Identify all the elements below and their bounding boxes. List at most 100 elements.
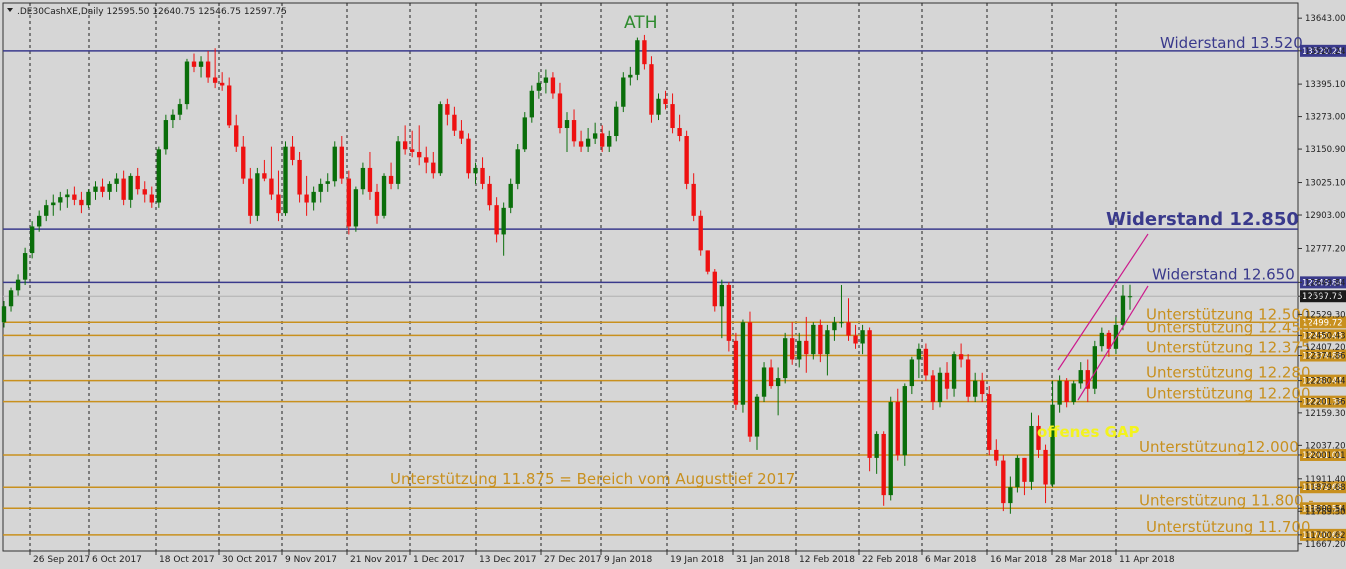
candle-body xyxy=(402,141,408,150)
candle-body xyxy=(1043,449,1048,485)
candle-body xyxy=(508,183,513,208)
level-label: Widerstand 12.850 xyxy=(1106,209,1299,230)
y-tick-label: 12280.44 xyxy=(1305,377,1346,387)
x-tick-label: 28 Mar 2018 xyxy=(1055,555,1112,565)
candle-body xyxy=(951,354,957,389)
candle-body xyxy=(311,191,316,203)
candle-body xyxy=(719,284,725,307)
candle-body xyxy=(649,64,654,115)
candle-body xyxy=(1050,404,1055,485)
candle-body xyxy=(782,338,788,379)
candle-body xyxy=(740,322,746,405)
candle-body xyxy=(536,82,542,91)
candle-body xyxy=(121,178,126,200)
candle-body xyxy=(297,159,302,195)
candle-body xyxy=(65,194,70,198)
candle-body xyxy=(501,207,506,235)
candle-body xyxy=(417,151,422,158)
candle-body xyxy=(276,194,281,214)
candle-body xyxy=(459,130,464,139)
candle-body xyxy=(1071,383,1076,403)
candle-body xyxy=(592,133,598,139)
candle-body xyxy=(1022,457,1027,482)
price-chart[interactable]: Widerstand 13.520 13520.24 Widerstand 12.8… xyxy=(0,0,1346,569)
candle-body xyxy=(72,194,77,200)
candle-body xyxy=(93,186,98,192)
y-tick-label: 12159.30 xyxy=(1305,409,1346,419)
candle-body xyxy=(768,367,774,387)
y-tick-label: 12001.01 xyxy=(1305,451,1346,461)
candle-body xyxy=(184,61,190,105)
candle-body xyxy=(944,372,950,389)
candle-body xyxy=(431,162,436,174)
candle-body xyxy=(726,284,732,341)
candle-body xyxy=(825,330,830,355)
candle-body xyxy=(325,181,330,184)
candle-body xyxy=(487,183,492,206)
candle-body xyxy=(923,348,929,376)
candle-body xyxy=(839,322,844,324)
x-tick-label: 30 Oct 2017 xyxy=(222,555,278,565)
candle-body xyxy=(557,93,563,129)
x-tick-label: 27 Dec 2017 xyxy=(544,555,602,565)
candle-body xyxy=(1064,380,1069,403)
ath-label: ATH xyxy=(624,13,657,33)
x-tick-label: 22 Feb 2018 xyxy=(862,555,918,565)
candle-body xyxy=(705,250,710,272)
candle-body xyxy=(797,340,802,360)
candle-body xyxy=(205,61,211,78)
level-label: Unterstützung 12.375 xyxy=(1146,339,1311,357)
candle-body xyxy=(318,183,323,192)
candle-body xyxy=(22,253,28,280)
x-tick-label: 6 Oct 2017 xyxy=(92,555,142,565)
candle-body xyxy=(234,125,239,147)
candle-body xyxy=(930,375,936,403)
candle-body xyxy=(58,197,63,203)
candle-body xyxy=(424,157,429,163)
candle-body xyxy=(867,330,872,458)
y-tick-label: 12037.20 xyxy=(1305,441,1346,451)
y-tick-label: 12777.20 xyxy=(1305,244,1346,254)
candle-body xyxy=(177,104,183,115)
candle-body xyxy=(972,380,978,397)
candle-body xyxy=(445,104,450,115)
candle-body xyxy=(529,90,534,118)
candle-body xyxy=(881,433,886,496)
candle-body xyxy=(775,378,781,387)
candle-body xyxy=(698,215,703,251)
candle-body xyxy=(219,82,225,86)
candle-body xyxy=(409,149,415,152)
candle-body xyxy=(1120,295,1126,325)
candle-body xyxy=(339,146,344,179)
candle-body xyxy=(543,77,549,83)
candle-body xyxy=(747,322,753,437)
y-tick-label: 11789.30 xyxy=(1305,507,1346,517)
candle-body xyxy=(965,359,971,397)
candle-body xyxy=(466,138,471,174)
candle-body xyxy=(163,120,169,150)
candle-body xyxy=(473,167,478,174)
y-tick-label: 12374.86 xyxy=(1305,352,1346,362)
y-tick-label: 12649.84 xyxy=(1305,278,1346,288)
candle-body xyxy=(564,120,570,129)
candle-body xyxy=(684,136,689,184)
candle-body xyxy=(255,173,260,216)
y-tick-label: 11667.20 xyxy=(1305,540,1346,550)
candle-body xyxy=(37,215,42,227)
candle-body xyxy=(1029,425,1034,482)
level-label: Unterstützung 12.200 xyxy=(1146,385,1311,403)
candle-body xyxy=(290,146,295,160)
candle-body xyxy=(790,338,795,360)
candle-body xyxy=(874,433,879,458)
candle-body xyxy=(656,98,661,115)
candle-body xyxy=(44,205,49,216)
candle-body xyxy=(241,146,246,179)
y-tick-label: 13025.10 xyxy=(1305,179,1346,189)
candle-body xyxy=(381,175,387,216)
candle-body xyxy=(170,114,176,121)
candle-body xyxy=(1127,296,1133,298)
candle-body xyxy=(994,449,999,461)
x-tick-label: 1 Dec 2017 xyxy=(413,555,465,565)
candle-body xyxy=(1057,380,1062,405)
candle-body xyxy=(832,322,837,331)
